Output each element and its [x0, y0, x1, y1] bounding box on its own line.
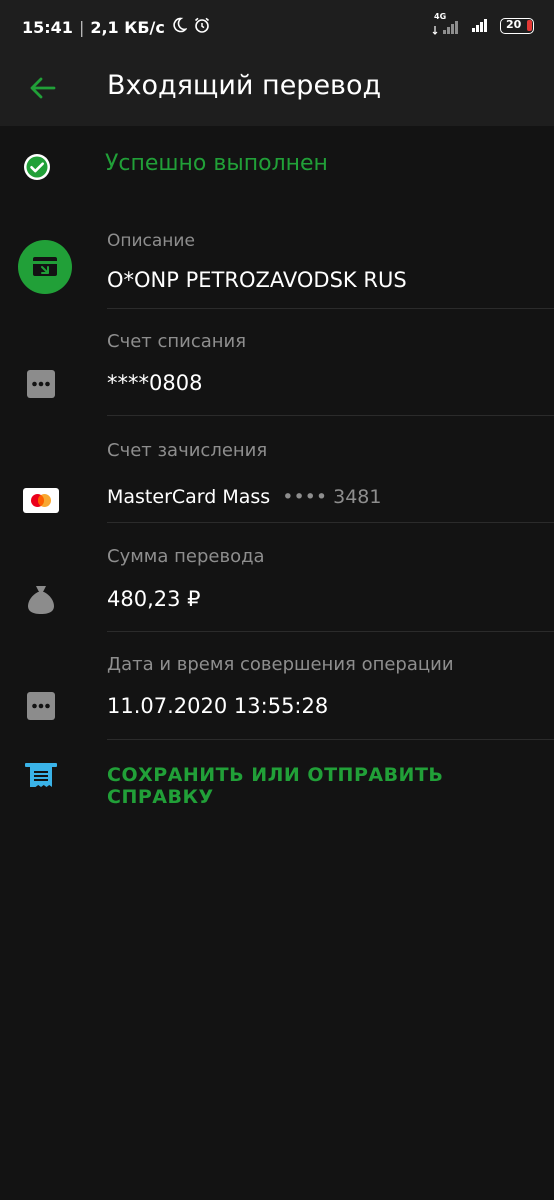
field-credit-account: Счет зачисления MasterCard Mass •••• 348… [0, 416, 554, 523]
moon-icon [171, 17, 188, 37]
alarm-icon [193, 16, 211, 38]
status-bar: 15:41 | 2,1 КБ/с 4G 20 [0, 0, 554, 52]
field-value: MasterCard Mass •••• 3481 [107, 486, 382, 508]
app-bar: Входящий перевод [0, 52, 554, 126]
page-title: Входящий перевод [107, 70, 382, 101]
arrow-left-icon [30, 77, 56, 99]
clock: 15:41 [22, 17, 73, 37]
network-speed: 2,1 КБ/с [90, 17, 165, 37]
field-datetime: Дата и время совершения операции 11.07.2… [0, 632, 554, 740]
field-label: Счет зачисления [107, 440, 268, 461]
field-debit-account: Счет списания ****0808 [0, 309, 554, 416]
status-text: Успешно выполнен [105, 151, 328, 176]
field-description: Описание O*ONP PETROZAVODSK RUS [0, 206, 554, 309]
field-label: Описание [107, 231, 195, 251]
card-name: MasterCard Mass [107, 486, 271, 508]
save-or-send-receipt-button[interactable]: СОХРАНИТЬ ИЛИ ОТПРАВИТЬ СПРАВКУ [0, 740, 554, 812]
field-value: 11.07.2020 13:55:28 [107, 694, 329, 718]
receipt-icon [25, 763, 57, 793]
field-value: O*ONP PETROZAVODSK RUS [107, 268, 407, 292]
operation-status: Успешно выполнен [0, 126, 554, 206]
back-button[interactable] [24, 70, 60, 106]
battery-icon: 20 [500, 18, 534, 34]
card-number-masked: •••• 3481 [282, 486, 382, 508]
signal-icon: 4G [432, 12, 462, 36]
field-label: Дата и время совершения операции [107, 654, 454, 675]
status-separator: | [78, 17, 85, 37]
card-in-icon [18, 240, 72, 298]
save-or-send-receipt-label: СОХРАНИТЬ ИЛИ ОТПРАВИТЬ СПРАВКУ [107, 764, 444, 808]
signal-icon [470, 14, 492, 38]
field-value: 480,23 ₽ [107, 587, 201, 611]
field-label: Сумма перевода [107, 546, 265, 567]
field-amount: Сумма перевода 480,23 ₽ [0, 523, 554, 632]
status-right: 4G 20 [432, 12, 534, 38]
status-left: 15:41 | 2,1 КБ/с [22, 16, 211, 38]
check-circle-icon [23, 153, 51, 185]
field-label: Счет списания [107, 331, 247, 352]
mastercard-icon [23, 488, 59, 517]
dots-icon [27, 692, 55, 724]
battery-level: 20 [506, 18, 522, 31]
money-bag-icon [27, 583, 55, 619]
field-value: ****0808 [107, 371, 203, 395]
dots-icon [27, 370, 55, 402]
